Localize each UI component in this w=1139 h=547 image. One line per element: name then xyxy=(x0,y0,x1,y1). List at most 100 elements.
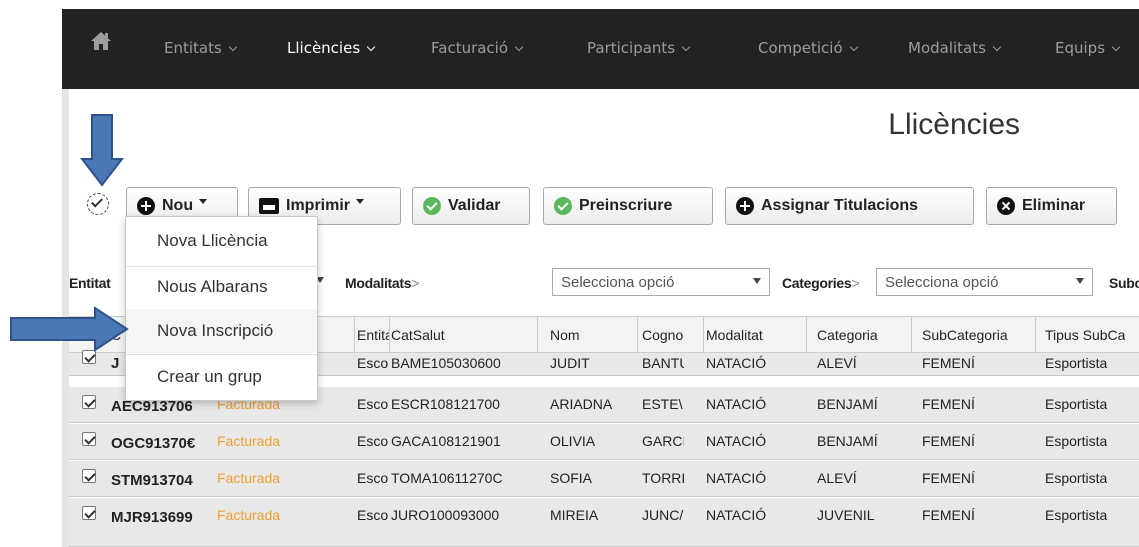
row-cognom: BANTU xyxy=(642,355,684,371)
column-header-nom[interactable]: Nom xyxy=(550,327,580,343)
modalitats-filter-select[interactable]: Selecciona opció xyxy=(552,268,770,296)
row-catsalut: JURO100093000 xyxy=(391,507,500,523)
row-subcategoria: FEMENÍ xyxy=(922,355,975,371)
row-subcategoria: FEMENÍ xyxy=(922,396,975,412)
column-header-subcategoria[interactable]: SubCategoria xyxy=(922,327,1008,343)
row-code: MJR913699 xyxy=(111,509,193,526)
row-cognom: JUNC/ xyxy=(642,507,684,523)
top-navbar: Entitats Llicències Facturació Participa… xyxy=(62,9,1139,89)
table-row[interactable]: OGC91370€ Facturada Escol GACA108121901 … xyxy=(69,424,1139,460)
column-header-entitat[interactable]: Entita xyxy=(357,327,389,343)
column-divider xyxy=(537,317,538,354)
menu-item-nova-llicencia[interactable]: Nova Llicència xyxy=(126,219,317,263)
column-divider xyxy=(806,317,807,354)
nav-item-facturacio[interactable]: Facturació xyxy=(431,39,524,57)
plus-circle-icon xyxy=(137,197,155,215)
new-dropdown-menu: Nova Llicència Nous Albarans Nova Inscri… xyxy=(125,216,318,401)
row-catsalut: ESCR108121700 xyxy=(391,396,500,412)
row-nom: OLIVIA xyxy=(550,433,596,449)
row-checkbox[interactable] xyxy=(82,432,96,446)
row-catsalut: GACA108121901 xyxy=(391,433,501,449)
arrow-right-annotation-icon xyxy=(10,306,129,352)
home-icon[interactable] xyxy=(90,31,112,51)
assign-titulacions-button[interactable]: Assignar Titulacions xyxy=(725,187,974,225)
column-header-catsalut[interactable]: CatSalut xyxy=(391,327,445,343)
row-tipus-subcategoria: Esportista xyxy=(1045,433,1108,449)
row-entitat: Escol xyxy=(357,470,389,486)
page-title: Llicències xyxy=(888,108,1020,141)
nav-item-competicio[interactable]: Competició xyxy=(758,39,858,57)
modalitats-filter-label: Modalitats> xyxy=(345,275,420,291)
select-all-toggle[interactable] xyxy=(87,193,109,215)
chevron-down-icon xyxy=(228,42,238,52)
column-divider xyxy=(703,317,704,354)
nav-item-llicencies[interactable]: Llicències xyxy=(287,39,376,57)
row-catsalut: TOMA10611270C xyxy=(391,470,503,486)
row-modalitat: NATACIÓ xyxy=(706,433,767,449)
check-icon xyxy=(90,195,104,208)
row-cognom: ESTE\ xyxy=(642,396,683,412)
check-circle-icon xyxy=(554,197,572,215)
validate-button[interactable]: Validar xyxy=(412,187,530,225)
arrow-down-annotation-icon xyxy=(79,114,125,187)
row-entitat: Escol xyxy=(357,355,389,371)
row-status: Facturada xyxy=(217,507,281,523)
row-nom: JUDIT xyxy=(550,355,590,371)
menu-item-nova-inscripcio[interactable]: Nova Inscripció xyxy=(126,309,317,353)
categories-filter-label: Categories> xyxy=(782,275,860,291)
nav-item-participants[interactable]: Participants xyxy=(587,39,691,57)
column-header-modalitat[interactable]: Modalitat xyxy=(706,327,763,343)
row-categoria: ALEVÍ xyxy=(817,470,857,486)
row-tipus-subcategoria: Esportista xyxy=(1045,470,1108,486)
row-subcategoria: FEMENÍ xyxy=(922,470,975,486)
row-categoria: JUVENIL xyxy=(817,507,875,523)
row-modalitat: NATACIÓ xyxy=(706,507,767,523)
row-modalitat: NATACIÓ xyxy=(706,470,767,486)
row-nom: ARIADNA xyxy=(550,396,613,412)
column-divider xyxy=(637,317,638,354)
column-header-cognom[interactable]: Cognoi xyxy=(642,327,684,343)
row-catsalut: BAME105030600 xyxy=(391,355,501,371)
entitat-filter-label: Entitat xyxy=(69,275,111,291)
row-modalitat: NATACIÓ xyxy=(706,355,767,371)
chevron-down-icon xyxy=(514,42,524,52)
row-tipus-subcategoria: Esportista xyxy=(1045,355,1108,371)
row-tipus-subcategoria: Esportista xyxy=(1045,396,1108,412)
row-checkbox[interactable] xyxy=(82,506,96,520)
row-categoria: ALEVÍ xyxy=(817,355,857,371)
nav-item-modalitats[interactable]: Modalitats xyxy=(908,39,1002,57)
row-checkbox[interactable] xyxy=(82,350,96,364)
printer-icon xyxy=(259,198,279,214)
column-divider xyxy=(1035,317,1036,354)
check-circle-icon xyxy=(423,197,441,215)
row-nom: MIREIA xyxy=(550,507,599,523)
chevron-down-icon xyxy=(681,42,691,52)
row-status: Facturada xyxy=(217,433,281,449)
row-checkbox[interactable] xyxy=(82,469,96,483)
row-categoria: BENJAMÍ xyxy=(817,396,878,412)
nav-item-equips[interactable]: Equips xyxy=(1055,39,1121,57)
row-subcategoria: FEMENÍ xyxy=(922,433,975,449)
column-header-tipus-subcategoria[interactable]: Tipus SubCa xyxy=(1045,327,1125,343)
table-row[interactable]: STM913704 Facturada Escol TOMA10611270C … xyxy=(69,461,1139,497)
delete-button[interactable]: Eliminar xyxy=(986,187,1117,225)
chevron-down-icon xyxy=(1111,42,1121,52)
row-entitat: Escol xyxy=(357,507,389,523)
subcategories-filter-label: Subcatego xyxy=(1109,275,1139,291)
categories-filter-select[interactable]: Selecciona opció xyxy=(876,268,1093,296)
menu-item-crear-grup[interactable]: Crear un grup xyxy=(126,355,317,399)
menu-item-nous-albarans[interactable]: Nous Albarans xyxy=(126,265,317,309)
preregister-button[interactable]: Preinscriure xyxy=(543,187,713,225)
row-code: STM913704 xyxy=(111,472,193,489)
column-header-categoria[interactable]: Categoria xyxy=(817,327,878,343)
row-subcategoria: FEMENÍ xyxy=(922,507,975,523)
chevron-down-icon xyxy=(366,42,376,52)
caret-down-icon xyxy=(753,278,761,284)
row-nom: SOFIA xyxy=(550,470,593,486)
row-modalitat: NATACIÓ xyxy=(706,396,767,412)
nav-item-entitats[interactable]: Entitats xyxy=(164,39,238,57)
row-tipus-subcategoria: Esportista xyxy=(1045,507,1108,523)
chevron-down-icon xyxy=(992,42,1002,52)
table-row[interactable]: MJR913699 Facturada Escol JURO100093000 … xyxy=(69,498,1139,547)
row-checkbox[interactable] xyxy=(82,395,96,409)
